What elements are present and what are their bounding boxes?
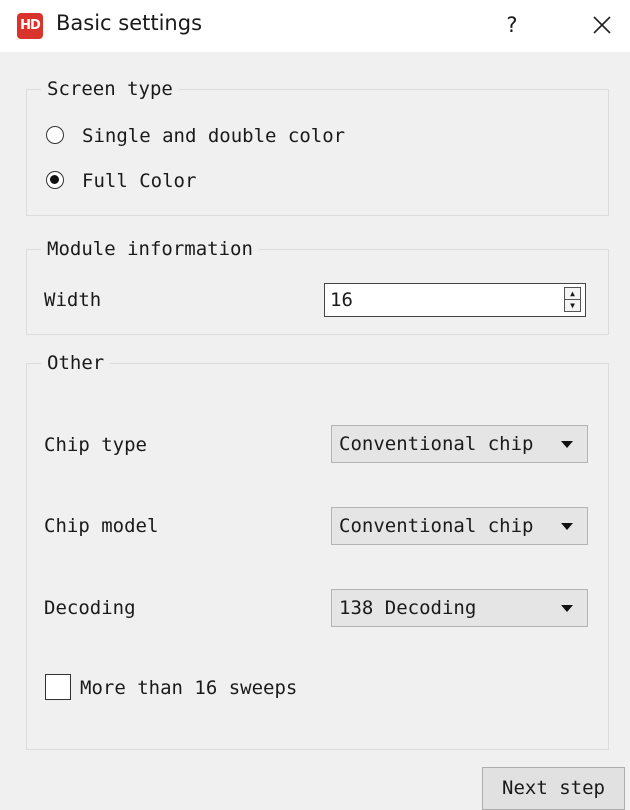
dropdown-arrow-icon — [561, 523, 573, 530]
dropdown-arrow-icon — [561, 605, 573, 612]
radio-selected-dot — [50, 175, 59, 184]
chip-type-label: Chip type — [44, 434, 147, 456]
chip-model-value: Conventional chip — [339, 515, 534, 537]
single-double-color-label[interactable]: Single and double color — [82, 124, 345, 148]
window-title: Basic settings — [56, 11, 203, 35]
screen-type-legend: Screen type — [41, 77, 179, 101]
app-logo-icon: HD — [17, 13, 43, 39]
close-icon — [593, 16, 611, 34]
width-value[interactable]: 16 — [330, 288, 353, 312]
width-spinbox[interactable]: 16 ▲ ▼ — [324, 283, 586, 317]
chip-type-value: Conventional chip — [339, 433, 534, 455]
next-step-button[interactable]: Next step — [482, 767, 625, 810]
chip-model-label: Chip model — [44, 515, 159, 537]
width-label: Width — [44, 289, 102, 311]
decoding-select[interactable]: 138 Decoding — [331, 589, 588, 627]
more-than-16-sweeps-label[interactable]: More than 16 sweeps — [80, 676, 297, 700]
help-button[interactable]: ? — [497, 8, 527, 42]
screen-type-group: Screen type — [26, 77, 609, 216]
spin-buttons: ▲ ▼ — [564, 287, 581, 312]
single-double-color-radio[interactable] — [46, 126, 64, 144]
spin-up-icon[interactable]: ▲ — [565, 288, 580, 300]
chip-model-select[interactable]: Conventional chip — [331, 507, 588, 545]
decoding-label: Decoding — [44, 597, 136, 619]
full-color-radio[interactable] — [46, 171, 64, 189]
other-legend: Other — [41, 351, 111, 375]
close-button[interactable] — [585, 8, 619, 42]
decoding-value: 138 Decoding — [339, 597, 477, 619]
chip-type-select[interactable]: Conventional chip — [331, 425, 588, 463]
module-information-legend: Module information — [41, 237, 259, 261]
full-color-label[interactable]: Full Color — [82, 169, 196, 193]
more-than-16-sweeps-checkbox[interactable] — [45, 674, 71, 700]
dropdown-arrow-icon — [561, 441, 573, 448]
spin-down-icon[interactable]: ▼ — [565, 300, 580, 311]
title-bar: HD Basic settings ? — [0, 0, 630, 52]
